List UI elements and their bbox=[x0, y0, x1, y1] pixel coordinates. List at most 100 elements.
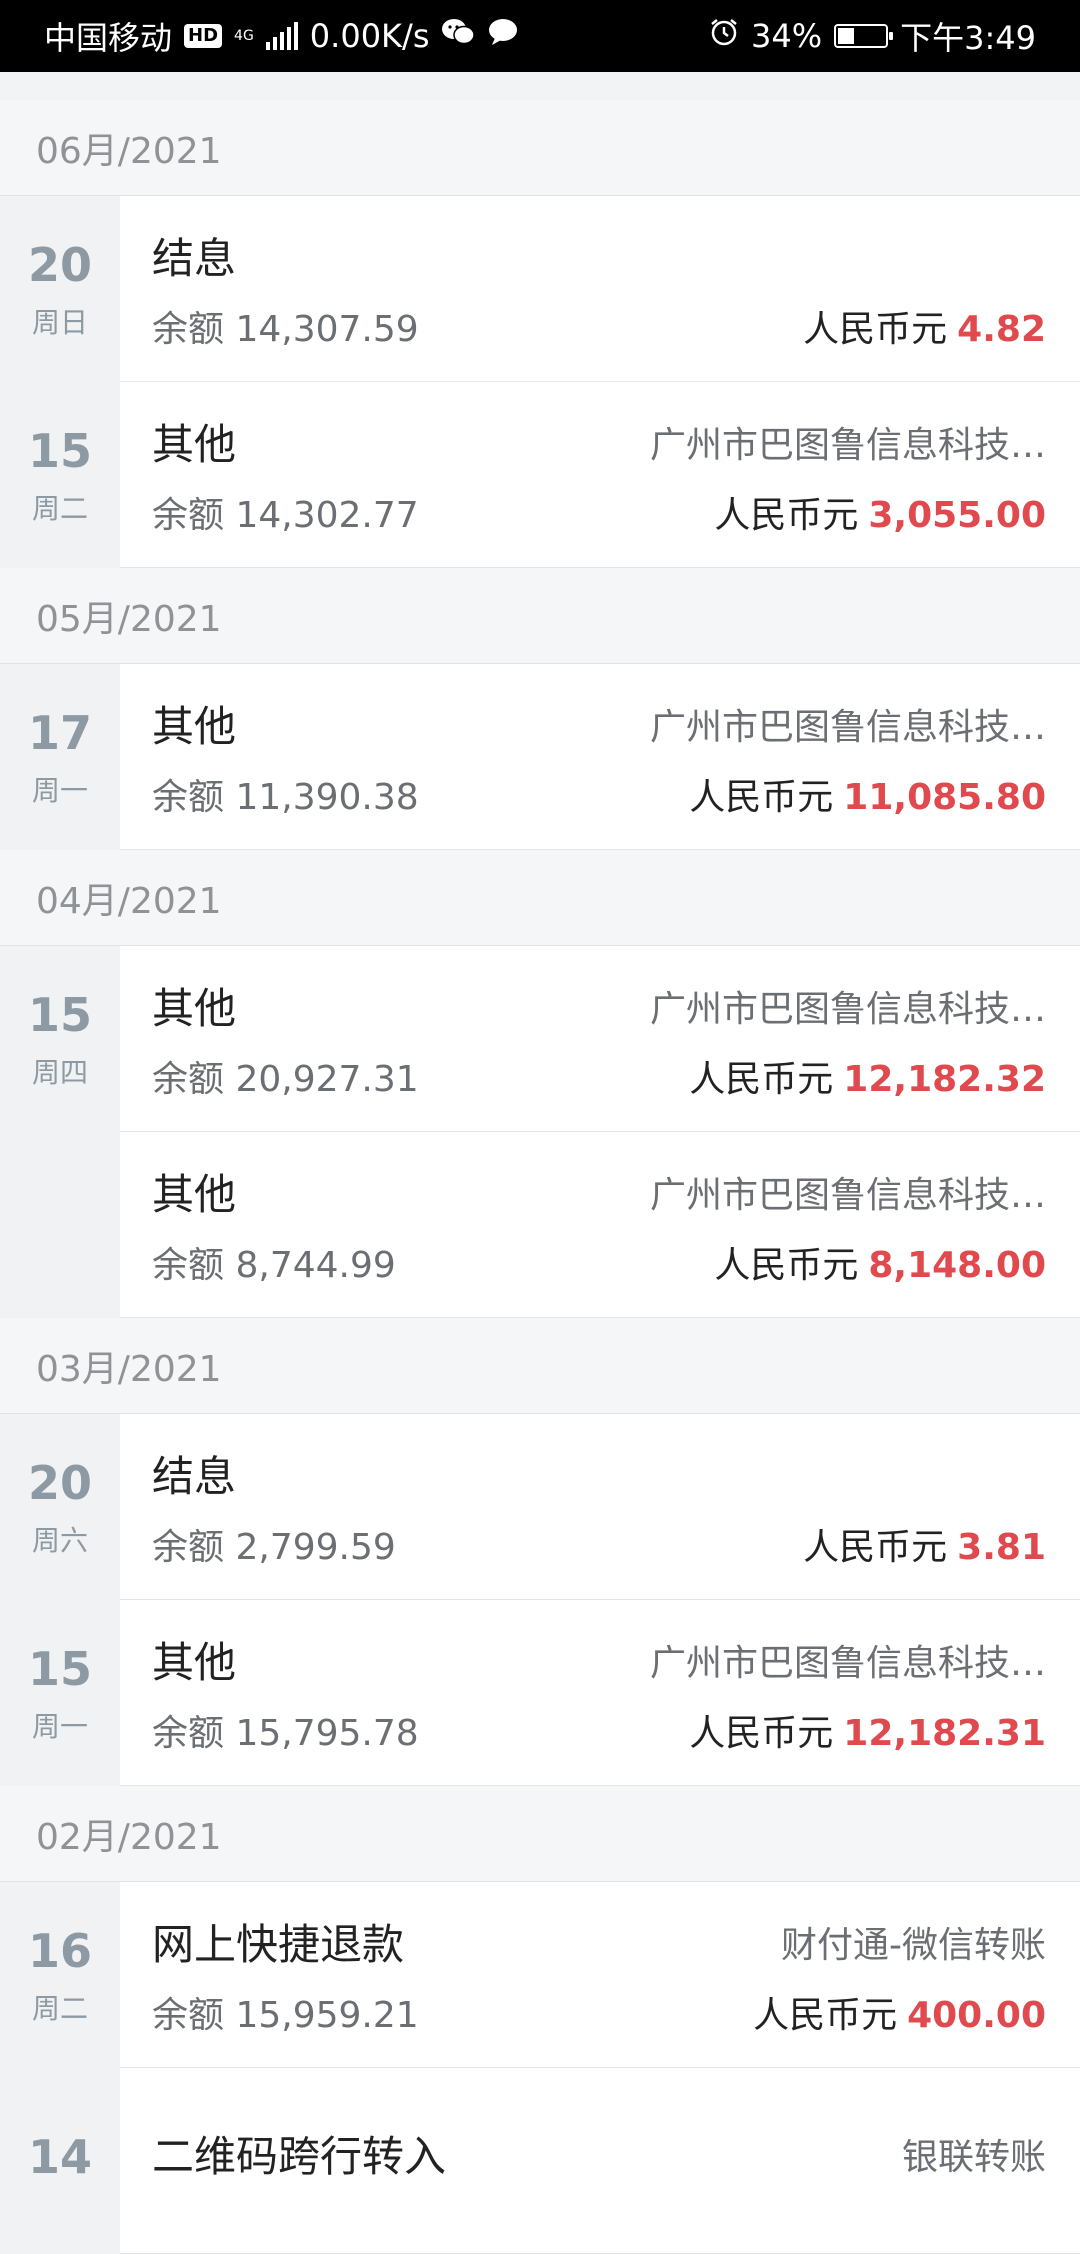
amount-text: 人民币元 3.81 bbox=[803, 1518, 1046, 1570]
entry-list: 其他 广州市巴图鲁信息科技… 余额 15,795.78 人民币元 12,182.31 bbox=[120, 1600, 1080, 1786]
amount-text: 人民币元 12,182.31 bbox=[689, 1704, 1046, 1756]
transaction-top-line: 结息 bbox=[152, 225, 1046, 286]
transaction-type: 其他 bbox=[152, 1638, 237, 1687]
counterparty-name: 广州市巴图鲁信息科技… bbox=[649, 1174, 1046, 1216]
date-column: 16 周二 bbox=[0, 1882, 120, 2068]
status-bar-left: 中国移动 HD 4G 0.00K/s bbox=[44, 13, 519, 59]
amount-value: 3.81 bbox=[957, 1527, 1046, 1568]
date-cell: 15 周一 bbox=[0, 1600, 120, 1786]
wechat-icon bbox=[441, 17, 476, 55]
transaction-top-line: 结息 bbox=[152, 1443, 1046, 1504]
amount-value: 4.82 bbox=[957, 309, 1046, 350]
amount-text: 人民币元 8,148.00 bbox=[714, 1236, 1046, 1288]
currency-label: 人民币元 bbox=[689, 1713, 834, 1754]
counterparty-name: 广州市巴图鲁信息科技… bbox=[649, 1642, 1046, 1684]
transaction-top-line: 其他 广州市巴图鲁信息科技… bbox=[152, 411, 1046, 472]
transaction-list[interactable]: 06月/2021 20 周日 结息 余额 14,307.59 人民币元 4.82 15 周二 其他… bbox=[0, 100, 1080, 2254]
transaction-row[interactable]: 其他 广州市巴图鲁信息科技… 余额 14,302.77 人民币元 3,055.00 bbox=[120, 382, 1080, 568]
transaction-type: 二维码跨行转入 bbox=[152, 2132, 447, 2181]
balance-label: 余额 bbox=[152, 1245, 225, 1286]
transaction-type: 其他 bbox=[152, 702, 237, 751]
balance-text: 余额 11,390.38 bbox=[152, 768, 419, 820]
date-cell: 15 周四 bbox=[0, 946, 120, 1132]
currency-label: 人民币元 bbox=[689, 777, 834, 818]
day-number: 14 bbox=[27, 2130, 92, 2184]
day-group: 15 周二 其他 广州市巴图鲁信息科技… 余额 14,302.77 人民币元 3,055.0… bbox=[0, 382, 1080, 568]
list-top-spacer bbox=[0, 72, 1080, 101]
day-group: 20 周日 结息余额 14,307.59 人民币元 4.82 bbox=[0, 196, 1080, 382]
day-number: 16 bbox=[27, 1924, 92, 1978]
currency-label: 人民币元 bbox=[714, 1245, 859, 1286]
status-bar-right: 34% 下午3:49 bbox=[709, 13, 1036, 59]
month-header: 04月/2021 bbox=[0, 850, 1080, 946]
transaction-row[interactable]: 其他 广州市巴图鲁信息科技… 余额 15,795.78 人民币元 12,182.31 bbox=[120, 1600, 1080, 1786]
alarm-icon bbox=[709, 17, 739, 55]
day-number: 15 bbox=[27, 988, 92, 1042]
amount-value: 12,182.32 bbox=[843, 1059, 1046, 1100]
balance-text: 余额 2,799.59 bbox=[152, 1518, 396, 1570]
transaction-row[interactable]: 其他 广州市巴图鲁信息科技… 余额 20,927.31 人民币元 12,182.32 bbox=[120, 946, 1080, 1132]
message-icon bbox=[487, 17, 519, 55]
transaction-type: 网上快捷退款 bbox=[152, 1920, 405, 1969]
date-cell: 20 周日 bbox=[0, 196, 120, 382]
carrier-name: 中国移动 bbox=[44, 19, 173, 57]
transaction-row[interactable]: 结息余额 14,307.59 人民币元 4.82 bbox=[120, 196, 1080, 382]
signal-icon bbox=[265, 22, 298, 50]
hd-icon: HD bbox=[184, 24, 223, 48]
balance-value: 14,302.77 bbox=[235, 495, 419, 536]
currency-label: 人民币元 bbox=[803, 309, 948, 350]
status-time: 下午3:49 bbox=[900, 19, 1036, 57]
transaction-row[interactable]: 其他 广州市巴图鲁信息科技… 余额 11,390.38 人民币元 11,085.80 bbox=[120, 664, 1080, 850]
amount-value: 12,182.31 bbox=[843, 1713, 1046, 1754]
balance-text: 余额 15,959.21 bbox=[152, 1986, 419, 2038]
transaction-bottom-line: 余额 14,307.59 人民币元 4.82 bbox=[152, 300, 1046, 352]
transaction-row[interactable]: 二维码跨行转入 银联转账 bbox=[120, 2068, 1080, 2254]
transaction-bottom-line: 余额 14,302.77 人民币元 3,055.00 bbox=[152, 486, 1046, 538]
date-cell: 15 周二 bbox=[0, 382, 120, 568]
network-speed: 0.00K/s bbox=[309, 17, 430, 55]
transaction-top-line: 其他 广州市巴图鲁信息科技… bbox=[152, 975, 1046, 1036]
date-column: 15 周一 bbox=[0, 1600, 120, 1786]
status-bar: 中国移动 HD 4G 0.00K/s 34% 下午3:49 bbox=[0, 0, 1080, 72]
day-number: 20 bbox=[27, 238, 92, 292]
entry-list: 其他 广州市巴图鲁信息科技… 余额 11,390.38 人民币元 11,085.80 bbox=[120, 664, 1080, 850]
balance-value: 11,390.38 bbox=[235, 777, 419, 818]
transaction-row[interactable]: 结息余额 2,799.59 人民币元 3.81 bbox=[120, 1414, 1080, 1600]
date-cell: 16 周二 bbox=[0, 1882, 120, 2068]
balance-label: 余额 bbox=[152, 777, 225, 818]
balance-text: 余额 15,795.78 bbox=[152, 1704, 419, 1756]
transaction-bottom-line: 余额 15,959.21 人民币元 400.00 bbox=[152, 1986, 1046, 2038]
balance-value: 20,927.31 bbox=[235, 1059, 419, 1100]
amount-value: 3,055.00 bbox=[868, 495, 1046, 536]
transaction-top-line: 其他 广州市巴图鲁信息科技… bbox=[152, 1161, 1046, 1222]
balance-label: 余额 bbox=[152, 1527, 225, 1568]
transaction-top-line: 二维码跨行转入 银联转账 bbox=[152, 2123, 1046, 2184]
day-number: 20 bbox=[27, 1456, 92, 1510]
amount-text: 人民币元 4.82 bbox=[803, 300, 1046, 352]
weekday-label: 周一 bbox=[31, 774, 88, 807]
amount-text: 人民币元 400.00 bbox=[753, 1986, 1046, 2038]
entry-list: 二维码跨行转入 银联转账 bbox=[120, 2068, 1080, 2254]
counterparty-name: 广州市巴图鲁信息科技… bbox=[649, 988, 1046, 1030]
month-header: 02月/2021 bbox=[0, 1786, 1080, 1882]
balance-text: 余额 14,302.77 bbox=[152, 486, 419, 538]
balance-text: 余额 20,927.31 bbox=[152, 1050, 419, 1102]
balance-value: 14,307.59 bbox=[235, 309, 419, 350]
weekday-label: 周六 bbox=[31, 1524, 88, 1557]
date-cell-empty bbox=[0, 1132, 120, 1318]
day-group: 14 二维码跨行转入 银联转账 bbox=[0, 2068, 1080, 2254]
entry-list: 结息余额 14,307.59 人民币元 4.82 bbox=[120, 196, 1080, 382]
transaction-row[interactable]: 网上快捷退款 财付通-微信转账 余额 15,959.21 人民币元 400.00 bbox=[120, 1882, 1080, 2068]
transaction-bottom-line: 余额 11,390.38 人民币元 11,085.80 bbox=[152, 768, 1046, 820]
transaction-type: 结息 bbox=[152, 234, 237, 283]
transaction-row[interactable]: 其他 广州市巴图鲁信息科技… 余额 8,744.99 人民币元 8,148.00 bbox=[120, 1132, 1080, 1318]
month-header: 03月/2021 bbox=[0, 1318, 1080, 1414]
balance-label: 余额 bbox=[152, 1059, 225, 1100]
balance-value: 15,959.21 bbox=[235, 1995, 419, 2036]
balance-value: 15,795.78 bbox=[235, 1713, 419, 1754]
balance-text: 余额 14,307.59 bbox=[152, 300, 419, 352]
weekday-label: 周一 bbox=[31, 1710, 88, 1743]
transaction-bottom-line: 余额 20,927.31 人民币元 12,182.32 bbox=[152, 1050, 1046, 1102]
weekday-label: 周二 bbox=[31, 492, 88, 525]
amount-value: 11,085.80 bbox=[843, 777, 1046, 818]
